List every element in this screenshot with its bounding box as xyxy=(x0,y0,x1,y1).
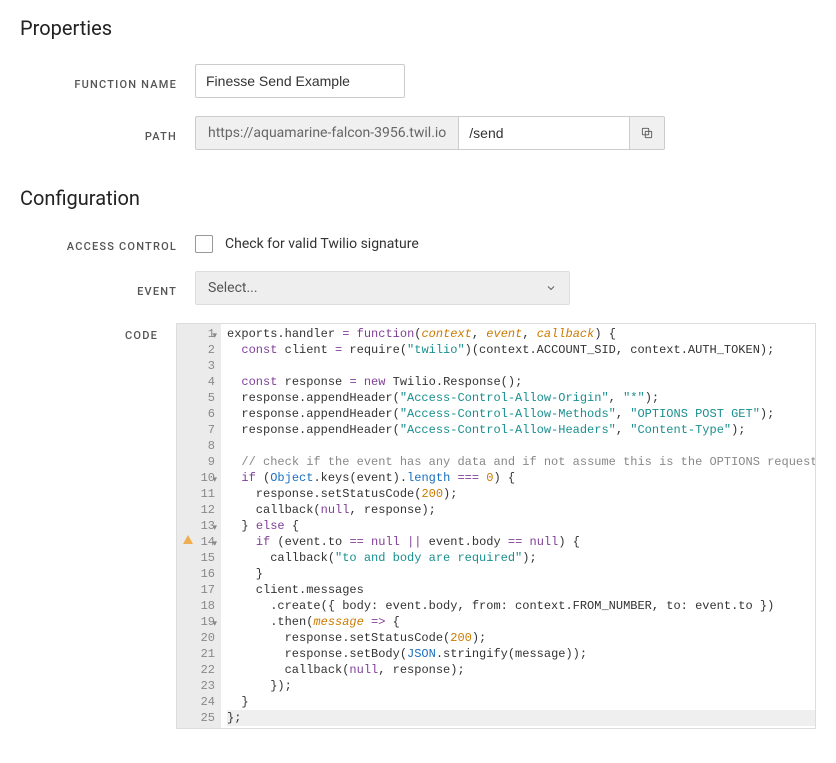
access-control-row: ACCESS CONTROL Check for valid Twilio si… xyxy=(20,234,816,253)
chevron-down-icon xyxy=(545,282,557,294)
configuration-heading: Configuration xyxy=(20,186,816,210)
copy-path-button[interactable] xyxy=(629,116,665,150)
function-name-label: FUNCTION NAME xyxy=(20,72,195,91)
copy-icon xyxy=(640,126,654,140)
properties-heading: Properties xyxy=(20,16,816,40)
function-name-input[interactable] xyxy=(195,64,405,98)
path-row: PATH https://aquamarine-falcon-3956.twil… xyxy=(20,116,816,150)
event-select-placeholder: Select... xyxy=(208,280,258,296)
path-label: PATH xyxy=(20,124,195,143)
function-name-row: FUNCTION NAME xyxy=(20,64,816,98)
access-control-text: Check for valid Twilio signature xyxy=(225,236,419,252)
code-body[interactable]: exports.handler = function(context, even… xyxy=(221,324,815,728)
code-row: CODE 1▾2345678910▾111213▾14▾1516171819▾2… xyxy=(20,323,816,729)
access-control-checkbox[interactable] xyxy=(195,235,213,253)
code-editor[interactable]: 1▾2345678910▾111213▾14▾1516171819▾202122… xyxy=(176,323,816,729)
code-gutter: 1▾2345678910▾111213▾14▾1516171819▾202122… xyxy=(177,324,221,728)
access-control-label: ACCESS CONTROL xyxy=(20,234,195,253)
event-label: EVENT xyxy=(20,279,195,298)
code-label: CODE xyxy=(20,323,176,342)
event-row: EVENT Select... xyxy=(20,271,816,305)
path-base-url: https://aquamarine-falcon-3956.twil.io xyxy=(195,116,458,150)
path-input[interactable] xyxy=(458,116,629,150)
event-select[interactable]: Select... xyxy=(195,271,570,305)
